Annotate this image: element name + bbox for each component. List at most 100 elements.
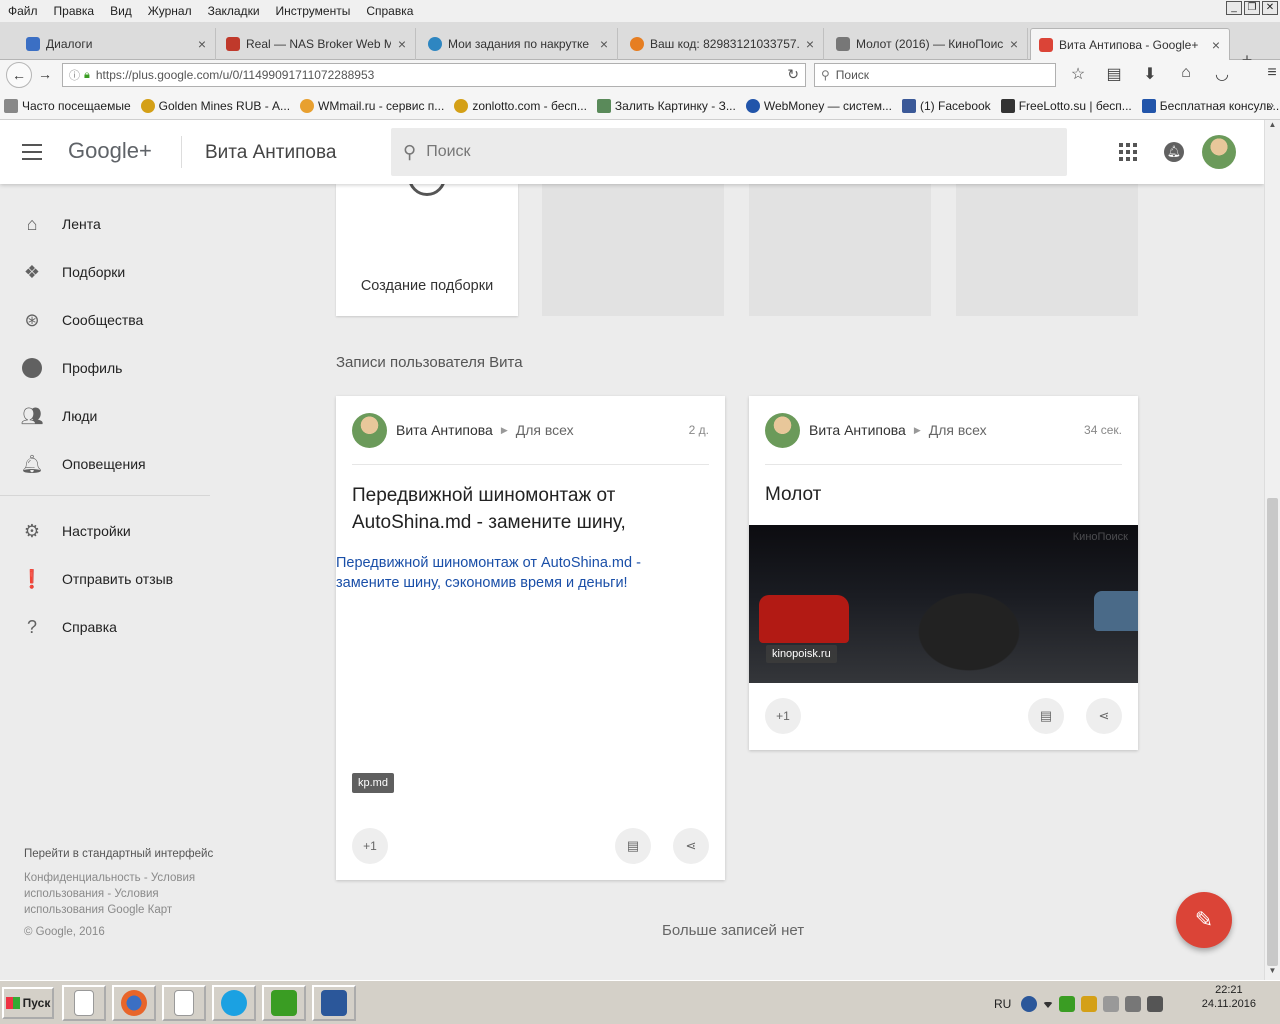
- bookmark-item[interactable]: Golden Mines RUB - А...: [140, 98, 290, 113]
- menu-help[interactable]: Справка: [358, 4, 421, 18]
- close-window-button[interactable]: ✕: [1262, 1, 1278, 15]
- close-tab-icon[interactable]: ×: [1007, 36, 1021, 52]
- back-button[interactable]: ←: [6, 62, 32, 88]
- post-time[interactable]: 34 сек.: [1084, 423, 1122, 437]
- avatar[interactable]: [765, 412, 800, 448]
- network-icon[interactable]: [1103, 996, 1120, 1012]
- home-button-icon[interactable]: ⌂: [1174, 64, 1198, 84]
- menu-icon[interactable]: ≡: [1260, 64, 1280, 84]
- bookmark-item[interactable]: zonlotto.com - бесп...: [454, 98, 587, 113]
- sidebar-item-profile[interactable]: Профиль: [20, 356, 122, 380]
- bookmark-item[interactable]: (1) Facebook: [901, 98, 991, 113]
- display-icon[interactable]: [1125, 996, 1142, 1012]
- system-clock[interactable]: 22:21 24.11.2016: [1202, 983, 1256, 1011]
- sidebar-item-feedback[interactable]: ❗ Отправить отзыв: [20, 567, 173, 591]
- comment-icon[interactable]: ▤: [1028, 698, 1064, 734]
- menu-tools[interactable]: Инструменты: [268, 4, 359, 18]
- tray-icon[interactable]: [1081, 996, 1098, 1012]
- create-collection-card[interactable]: Создание подборки: [336, 158, 518, 316]
- gplus-search-input[interactable]: ⚲ Поиск: [391, 128, 1067, 176]
- minimize-button[interactable]: _: [1226, 1, 1242, 15]
- taskbar-app-vpn[interactable]: [262, 985, 306, 1021]
- sidebar-item-settings[interactable]: ⚙ Настройки: [20, 519, 131, 543]
- sidebar-item-help[interactable]: ? Справка: [20, 615, 117, 639]
- reload-icon[interactable]: ↻: [787, 66, 799, 83]
- downloads-icon[interactable]: ⬇: [1138, 64, 1162, 84]
- post-link[interactable]: Передвижной шиномонтаж от AutoShina.md -…: [336, 553, 696, 593]
- comment-icon[interactable]: ▤: [615, 828, 651, 864]
- close-tab-icon[interactable]: ×: [395, 36, 409, 52]
- post-author[interactable]: Вита Антипова: [396, 422, 493, 438]
- menu-view[interactable]: Вид: [102, 4, 140, 18]
- url-text[interactable]: https://plus.google.com/u/0/114990917110…: [96, 68, 374, 82]
- share-icon[interactable]: ⋖: [1086, 698, 1122, 734]
- avatar[interactable]: [352, 412, 387, 448]
- taskbar-app-firefox[interactable]: [112, 985, 156, 1021]
- help-tray-icon[interactable]: [1021, 996, 1038, 1012]
- reading-list-icon[interactable]: ▤: [1102, 64, 1126, 84]
- close-tab-icon[interactable]: ×: [597, 36, 611, 52]
- taskbar-app-notepad[interactable]: [62, 985, 106, 1021]
- scroll-up-icon[interactable]: ▲: [1265, 120, 1280, 134]
- plus-one-button[interactable]: +1: [352, 828, 388, 864]
- avatar[interactable]: [1202, 135, 1236, 169]
- classic-interface-link[interactable]: Перейти в стандартный интерфейс: [24, 846, 214, 862]
- legal-links[interactable]: Конфиденциальность - Условия использован…: [24, 870, 214, 918]
- bookmark-item[interactable]: FreeLotto.su | бесп...: [1000, 98, 1132, 113]
- sidebar-item-collections[interactable]: ❖ Подборки: [20, 260, 125, 284]
- scrollbar-thumb[interactable]: [1267, 498, 1278, 966]
- chevron-down-icon[interactable]: [1043, 1002, 1054, 1008]
- google-plus-logo[interactable]: Google+: [68, 138, 152, 164]
- tab-google-plus[interactable]: Вита Антипова - Google+ ×: [1030, 28, 1230, 60]
- plus-one-button[interactable]: +1: [765, 698, 801, 734]
- tab-tasks[interactable]: Мои задания по накрутке ×: [420, 28, 618, 60]
- start-button[interactable]: Пуск: [2, 987, 54, 1019]
- bookmark-item[interactable]: WMmail.ru - сервис п...: [300, 98, 444, 113]
- forward-button[interactable]: →: [38, 66, 52, 82]
- tab-code[interactable]: Ваш код: 82983121033757... ×: [622, 28, 824, 60]
- volume-icon[interactable]: [1147, 996, 1164, 1012]
- bookmark-star-icon[interactable]: ☆: [1066, 64, 1090, 84]
- sidebar-item-communities[interactable]: ⊛ Сообщества: [20, 308, 143, 332]
- bookmark-item[interactable]: WebMoney — систем...: [745, 98, 892, 113]
- url-bar[interactable]: ⓘ 🔒︎ https://plus.google.com/u/0/1149909…: [62, 63, 806, 87]
- pocket-icon[interactable]: ◡: [1210, 64, 1234, 84]
- bookmark-item[interactable]: Залить Картинку - З...: [596, 98, 736, 113]
- feedback-icon: ❗: [20, 568, 44, 589]
- menu-file[interactable]: Файл: [0, 4, 46, 18]
- more-bookmarks-icon[interactable]: »: [1267, 98, 1274, 112]
- tab-dialogs[interactable]: Диалоги ×: [18, 28, 216, 60]
- antivirus-shield-icon[interactable]: [1059, 996, 1076, 1012]
- restore-button[interactable]: ❐: [1244, 1, 1260, 15]
- collections-icon: ❖: [23, 261, 41, 282]
- menu-edit[interactable]: Правка: [46, 4, 103, 18]
- close-tab-icon[interactable]: ×: [803, 36, 817, 52]
- compose-pencil-button[interactable]: ✎: [1176, 892, 1232, 948]
- taskbar-app-skype[interactable]: [212, 985, 256, 1021]
- post-image[interactable]: КиноПоиск kinopoisk.ru: [749, 525, 1138, 683]
- page-scrollbar[interactable]: ▲ ▼: [1264, 120, 1280, 980]
- notifications-bell-icon[interactable]: 🔔︎: [1164, 142, 1184, 162]
- info-icon[interactable]: ⓘ: [69, 67, 80, 83]
- sidebar-item-notifications[interactable]: 🔔︎ Оповещения: [20, 452, 146, 476]
- taskbar-app-document[interactable]: [162, 985, 206, 1021]
- post-time[interactable]: 2 д.: [689, 423, 709, 437]
- share-icon[interactable]: ⋖: [673, 828, 709, 864]
- browser-search-input[interactable]: ⚲ Поиск: [814, 63, 1056, 87]
- hamburger-menu-icon[interactable]: [22, 144, 42, 160]
- close-tab-icon[interactable]: ×: [195, 36, 209, 52]
- menu-bookmarks[interactable]: Закладки: [200, 4, 268, 18]
- scroll-down-icon[interactable]: ▼: [1265, 966, 1280, 980]
- post-author[interactable]: Вита Антипова: [809, 422, 906, 438]
- sidebar-item-people[interactable]: 👥︎ Люди: [20, 404, 98, 428]
- language-indicator[interactable]: RU: [994, 997, 1011, 1011]
- taskbar-app-word[interactable]: [312, 985, 356, 1021]
- menu-history[interactable]: Журнал: [140, 4, 200, 18]
- tab-kinopoisk[interactable]: Молот (2016) — КиноПоиск ×: [828, 28, 1028, 60]
- apps-grid-icon[interactable]: [1119, 143, 1137, 161]
- tab-nas-broker[interactable]: Real — NAS Broker Web MT4 ×: [218, 28, 416, 60]
- bookmark-item[interactable]: Бесплатная консуль...: [1141, 98, 1280, 113]
- close-tab-icon[interactable]: ×: [1209, 37, 1223, 53]
- bookmark-item[interactable]: Часто посещаемые: [4, 98, 131, 113]
- sidebar-item-feed[interactable]: ⌂ Лента: [20, 212, 101, 236]
